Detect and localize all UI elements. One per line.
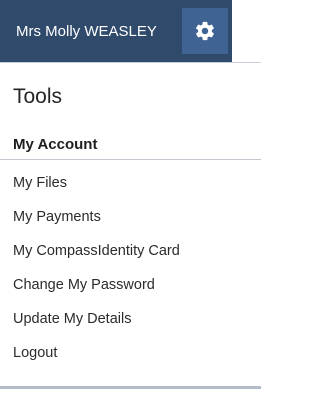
menu-item-my-files[interactable]: My Files <box>13 175 67 191</box>
menu-item-my-compassidentity-card[interactable]: My CompassIdentity Card <box>13 243 180 259</box>
section-divider <box>0 159 261 160</box>
user-name[interactable]: Mrs Molly WEASLEY <box>0 23 172 40</box>
section-heading-my-account: My Account <box>13 136 98 153</box>
settings-button[interactable] <box>182 8 228 54</box>
tools-dropdown-menu: Tools My Account My Files My Payments My… <box>0 62 261 394</box>
menu-item-update-my-details[interactable]: Update My Details <box>13 311 131 327</box>
menu-item-my-payments[interactable]: My Payments <box>13 209 101 225</box>
menu-top-border <box>0 62 261 63</box>
gear-icon <box>194 20 216 42</box>
menu-bottom-border <box>0 386 261 389</box>
menu-item-change-my-password[interactable]: Change My Password <box>13 277 155 293</box>
menu-item-logout[interactable]: Logout <box>13 345 57 361</box>
menu-title: Tools <box>13 85 63 108</box>
